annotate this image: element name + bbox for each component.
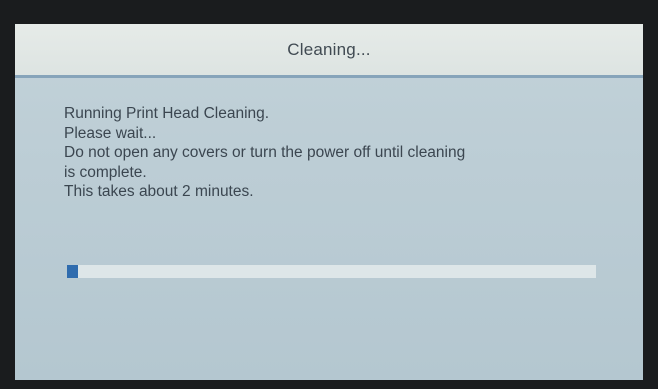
device-bezel: Cleaning... Running Print Head Cleaning.… (0, 0, 658, 389)
dialog-title: Cleaning... (287, 39, 371, 59)
message-line: Running Print Head Cleaning. (64, 105, 270, 122)
message-line: This takes about 2 minutes. (64, 183, 254, 200)
progress-fill (67, 265, 78, 278)
lcd-screen: Cleaning... Running Print Head Cleaning.… (15, 24, 643, 380)
message-line: Do not open any covers or turn the power… (64, 144, 466, 161)
message-line: is complete. (64, 163, 147, 181)
message-line: Please wait... (64, 124, 157, 142)
progress-bar (67, 265, 596, 278)
title-bar: Cleaning... (15, 24, 643, 78)
message-body: Running Print Head Cleaning. Please wait… (64, 104, 624, 202)
